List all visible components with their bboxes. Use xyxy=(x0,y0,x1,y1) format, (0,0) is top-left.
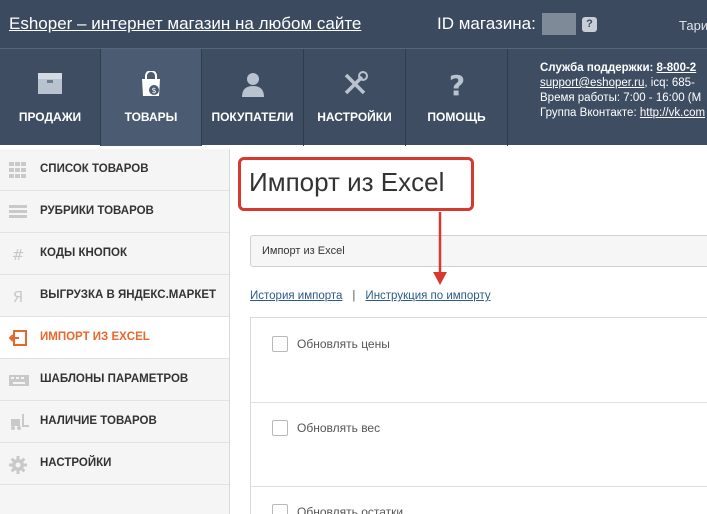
user-icon xyxy=(241,71,265,102)
option-label: Обновлять цены xyxy=(297,337,390,351)
update-stock-checkbox[interactable] xyxy=(272,504,288,514)
import-history-link[interactable]: История импорта xyxy=(250,290,342,302)
nav-tab-settings[interactable]: НАСТРОЙКИ xyxy=(304,49,406,146)
gear-icon xyxy=(9,456,27,474)
support-icq: , icq: 685- xyxy=(644,77,695,89)
option-update-prices: Обновлять цены xyxy=(251,318,707,402)
sidebar-item-product-list[interactable]: СПИСОК ТОВАРОВ xyxy=(0,149,229,191)
question-icon: ? xyxy=(446,69,468,104)
support-label: Служба поддержки: xyxy=(540,62,654,74)
sidebar-item-yandex-export[interactable]: Я ВЫГРУЗКА В ЯНДЕКС.МАРКЕТ xyxy=(0,275,229,317)
sidebar-item-categories[interactable]: РУБРИКИ ТОВАРОВ xyxy=(0,191,229,233)
hash-icon: # xyxy=(9,246,27,264)
link-separator: | xyxy=(352,290,356,302)
support-phone[interactable]: 8-800-2 xyxy=(657,62,697,74)
content-links: История импорта | Инструкция по импорту xyxy=(250,290,491,302)
option-update-stock: Обновлять остатки xyxy=(251,487,707,514)
sidebar-item-label: РУБРИКИ ТОВАРОВ xyxy=(40,205,154,217)
nav-tab-label: НАСТРОЙКИ xyxy=(317,110,392,124)
option-label: Обновлять остатки xyxy=(297,505,404,514)
import-icon xyxy=(8,330,27,346)
breadcrumb: Импорт из Excel xyxy=(250,235,707,267)
sidebar-item-label: КОДЫ КНОПОК xyxy=(40,247,127,259)
update-prices-checkbox[interactable] xyxy=(272,336,288,352)
nav-tab-help[interactable]: ? ПОМОЩЬ xyxy=(406,49,508,146)
shopping-bag-icon: $ xyxy=(139,70,163,102)
tariff-label[interactable]: Тари xyxy=(679,18,707,33)
svg-text:?: ? xyxy=(448,71,464,99)
vk-link[interactable]: http://vk.com xyxy=(640,107,705,119)
import-instructions-link[interactable]: Инструкция по импорту xyxy=(365,290,490,302)
sidebar-item-button-codes[interactable]: # КОДЫ КНОПОК xyxy=(0,233,229,275)
help-icon[interactable]: ? xyxy=(582,17,597,32)
list-icon xyxy=(9,204,27,220)
top-header: Eshoper – интернет магазин на любом сайт… xyxy=(0,0,707,48)
update-weight-checkbox[interactable] xyxy=(272,420,288,436)
app-window: Eshoper – интернет магазин на любом сайт… xyxy=(0,0,707,514)
svg-text:#: # xyxy=(12,246,25,262)
vk-label: Группа Вконтакте: xyxy=(540,107,637,119)
nav-tab-sales[interactable]: ПРОДАЖИ xyxy=(0,49,101,146)
sidebar-item-label: ИМПОРТ ИЗ EXCEL xyxy=(40,331,150,343)
nav-tab-label: ТОВАРЫ xyxy=(124,110,178,124)
shop-id-label: ID магазина: xyxy=(437,14,536,33)
nav-tab-products[interactable]: $ ТОВАРЫ xyxy=(101,49,202,146)
page-title: Импорт из Excel xyxy=(249,167,445,197)
site-title-link[interactable]: Eshoper – интернет магазин на любом сайт… xyxy=(9,14,361,34)
grid-icon xyxy=(9,162,27,178)
support-hours: Время работы: 7:00 - 16:00 (М xyxy=(540,92,702,104)
keyboard-icon xyxy=(9,372,29,388)
import-options-panel: Обновлять цены Обновлять вес Обновлять о… xyxy=(250,317,707,514)
sidebar-item-settings[interactable]: НАСТРОЙКИ xyxy=(0,443,229,485)
sidebar-item-label: НАСТРОЙКИ xyxy=(40,457,112,469)
sidebar-item-label: НАЛИЧИЕ ТОВАРОВ xyxy=(40,415,157,427)
support-info: Служба поддержки: 8-800-2 support@eshope… xyxy=(540,61,705,121)
shop-id-value xyxy=(542,13,576,35)
main-content: Импорт из Excel Импорт из Excel История … xyxy=(231,149,707,514)
option-update-weight: Обновлять вес xyxy=(251,403,707,487)
box-icon xyxy=(37,71,63,100)
sidebar-item-excel-import[interactable]: ИМПОРТ ИЗ EXCEL xyxy=(0,317,229,359)
svg-text:$: $ xyxy=(151,86,156,95)
sidebar-item-param-templates[interactable]: ШАБЛОНЫ ПАРАМЕТРОВ xyxy=(0,359,229,401)
breadcrumb-item: Импорт из Excel xyxy=(262,245,345,257)
support-email-link[interactable]: support@eshoper.ru xyxy=(540,77,644,89)
svg-text:Я: Я xyxy=(13,288,23,304)
sidebar: СПИСОК ТОВАРОВ РУБРИКИ ТОВАРОВ # КОДЫ КН… xyxy=(0,149,230,514)
main-nav: ПРОДАЖИ $ ТОВАРЫ ПОКУПАТЕЛИ НАСТРОЙКИ ? … xyxy=(0,48,707,146)
yandex-icon: Я xyxy=(9,288,27,306)
nav-tab-label: ПРОДАЖИ xyxy=(18,110,82,124)
sidebar-item-label: ШАБЛОНЫ ПАРАМЕТРОВ xyxy=(40,373,189,385)
forklift-icon xyxy=(9,414,29,430)
nav-tab-customers[interactable]: ПОКУПАТЕЛИ xyxy=(202,49,304,146)
annotation-arrow xyxy=(433,212,447,285)
nav-tab-label: ПОКУПАТЕЛИ xyxy=(211,110,294,124)
sidebar-item-label: СПИСОК ТОВАРОВ xyxy=(40,163,149,175)
nav-tab-label: ПОМОЩЬ xyxy=(427,110,486,124)
option-label: Обновлять вес xyxy=(297,421,381,435)
sidebar-item-stock[interactable]: НАЛИЧИЕ ТОВАРОВ xyxy=(0,401,229,443)
sidebar-item-label: ВЫГРУЗКА В ЯНДЕКС.МАРКЕТ xyxy=(40,289,217,301)
tools-icon xyxy=(342,71,368,102)
